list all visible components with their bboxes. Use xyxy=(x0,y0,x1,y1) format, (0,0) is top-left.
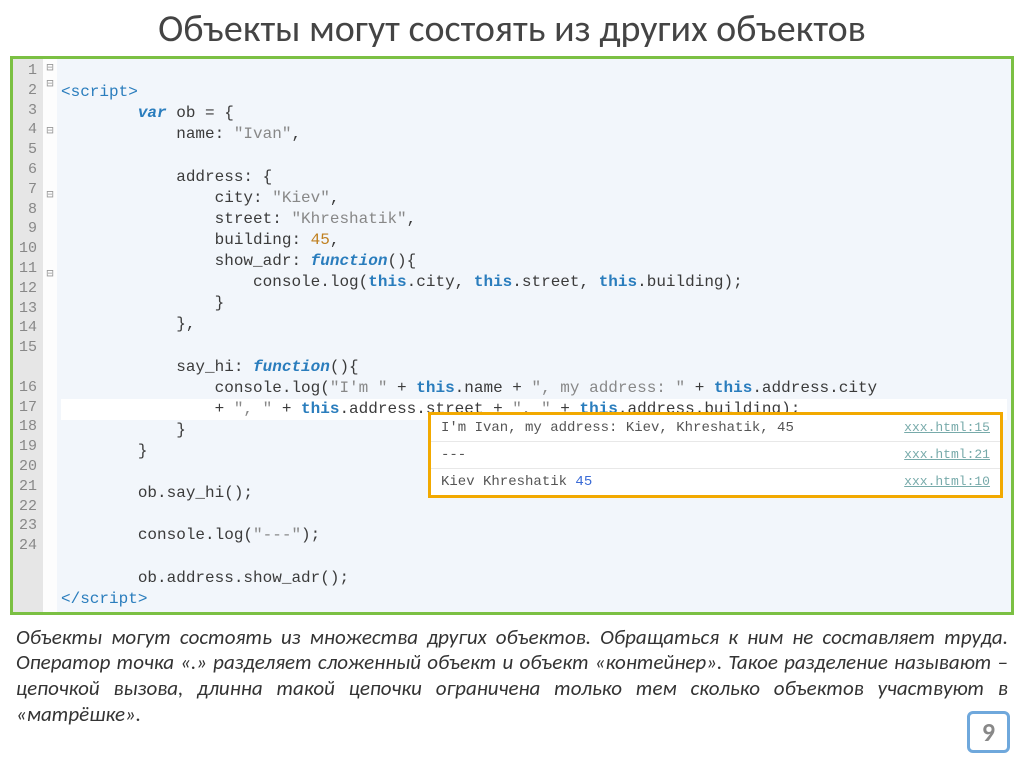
console-text: I'm Ivan, my address: Kiev, Khreshatik, … xyxy=(441,420,794,436)
console-output: I'm Ivan, my address: Kiev, Khreshatik, … xyxy=(428,412,1003,498)
slide-title: Объекты могут состоять из других объекто… xyxy=(0,0,1024,56)
description-paragraph: Объекты могут состоять из множества друг… xyxy=(16,625,1008,727)
line-number-gutter: 123456789101112131415 161718192021222324 xyxy=(13,59,43,612)
console-text: Kiev Khreshatik 45 xyxy=(441,474,592,490)
code-block-frame: 123456789101112131415 161718192021222324… xyxy=(10,56,1014,615)
console-row: I'm Ivan, my address: Kiev, Khreshatik, … xyxy=(431,415,1000,442)
page-number: 9 xyxy=(967,711,1010,753)
console-source-link[interactable]: xxx.html:21 xyxy=(904,447,990,463)
console-row: Kiev Khreshatik 45 xxx.html:10 xyxy=(431,469,1000,495)
console-row: --- xxx.html:21 xyxy=(431,442,1000,469)
console-text: --- xyxy=(441,447,466,463)
console-source-link[interactable]: xxx.html:10 xyxy=(904,474,990,490)
code-text: <script> var ob = { name: "Ivan", addres… xyxy=(57,59,1011,612)
console-source-link[interactable]: xxx.html:15 xyxy=(904,420,990,436)
fold-column: ⊟⊟⊟⊟⊟ xyxy=(43,59,57,612)
